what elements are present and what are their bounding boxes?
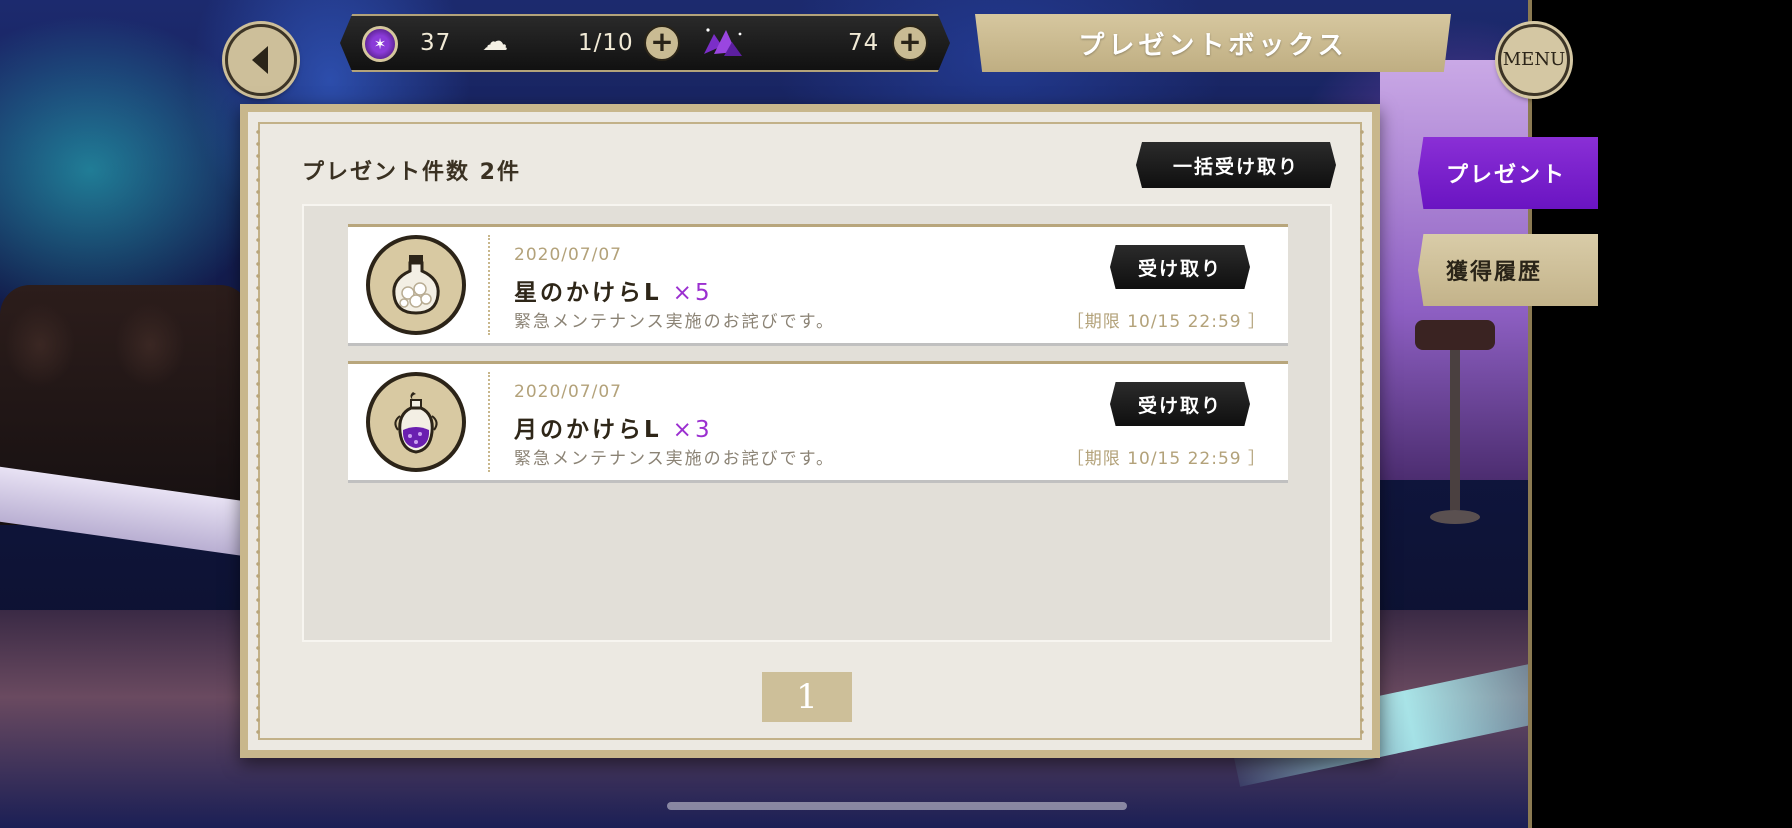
list-item: 2020/07/07 月のかけらL ×3 緊急メンテナンス実施のお詫びです。 受… [348, 361, 1288, 483]
item-divider [488, 235, 490, 335]
back-button[interactable] [225, 24, 297, 96]
add-gems-button[interactable]: + [892, 25, 928, 61]
resource-bar: ✶ 37 ☁ 1/10 + 74 + [340, 14, 950, 72]
receive-button[interactable]: 受け取り [1110, 382, 1250, 426]
present-count-label: プレゼント件数 2件 [302, 160, 521, 185]
home-indicator[interactable] [667, 802, 1127, 810]
add-stamina-button[interactable]: + [644, 25, 680, 61]
item-name: 月のかけらL ×3 [514, 410, 713, 444]
receive-button[interactable]: 受け取り [1110, 245, 1250, 289]
item-quantity: ×5 [672, 280, 713, 306]
panel-dots-left [256, 126, 260, 736]
page-title: プレゼントボックス [975, 14, 1451, 72]
panel-dots-right [1360, 126, 1364, 736]
item-expiry: ［期限 10/15 22:59 ］ [1066, 312, 1266, 332]
item-expiry: ［期限 10/15 22:59 ］ [1066, 449, 1266, 469]
orb-currency-icon: ✶ [362, 26, 398, 62]
orb-count: 37 [420, 30, 452, 56]
page-number-button[interactable]: 1 [762, 672, 852, 722]
item-date: 2020/07/07 [514, 382, 622, 402]
item-name-text: 星のかけらL [514, 280, 662, 306]
present-box-panel: プレゼント件数 2件 一括受け取り 2020/07/07 星のかけらL ×5 緊… [240, 104, 1380, 758]
item-name-text: 月のかけらL [514, 417, 662, 443]
background-side-panel [1528, 0, 1792, 828]
item-message: 緊急メンテナンス実施のお詫びです。 [514, 449, 835, 469]
background-stool [1410, 320, 1500, 530]
tab-history[interactable]: 獲得履歴 [1418, 234, 1598, 306]
gem-currency-icon [704, 28, 742, 56]
item-quantity: ×3 [672, 417, 713, 443]
stamina-count: 1/10 [578, 30, 634, 56]
gem-count: 74 [848, 30, 880, 56]
star-fragment-bottle-icon [366, 235, 466, 335]
moon-fragment-bottle-icon [366, 372, 466, 472]
menu-button[interactable]: MENU [1498, 24, 1570, 96]
item-name: 星のかけらL ×5 [514, 273, 713, 307]
item-divider [488, 372, 490, 472]
item-message: 緊急メンテナンス実施のお詫びです。 [514, 312, 835, 332]
present-list: 2020/07/07 星のかけらL ×5 緊急メンテナンス実施のお詫びです。 受… [302, 204, 1332, 642]
tab-present[interactable]: プレゼント [1418, 137, 1598, 209]
list-item: 2020/07/07 星のかけらL ×5 緊急メンテナンス実施のお詫びです。 受… [348, 224, 1288, 346]
stamina-cloud-icon: ☁ [482, 27, 508, 57]
chevron-left-icon [252, 46, 268, 74]
item-date: 2020/07/07 [514, 245, 622, 265]
bulk-receive-button[interactable]: 一括受け取り [1136, 142, 1336, 188]
